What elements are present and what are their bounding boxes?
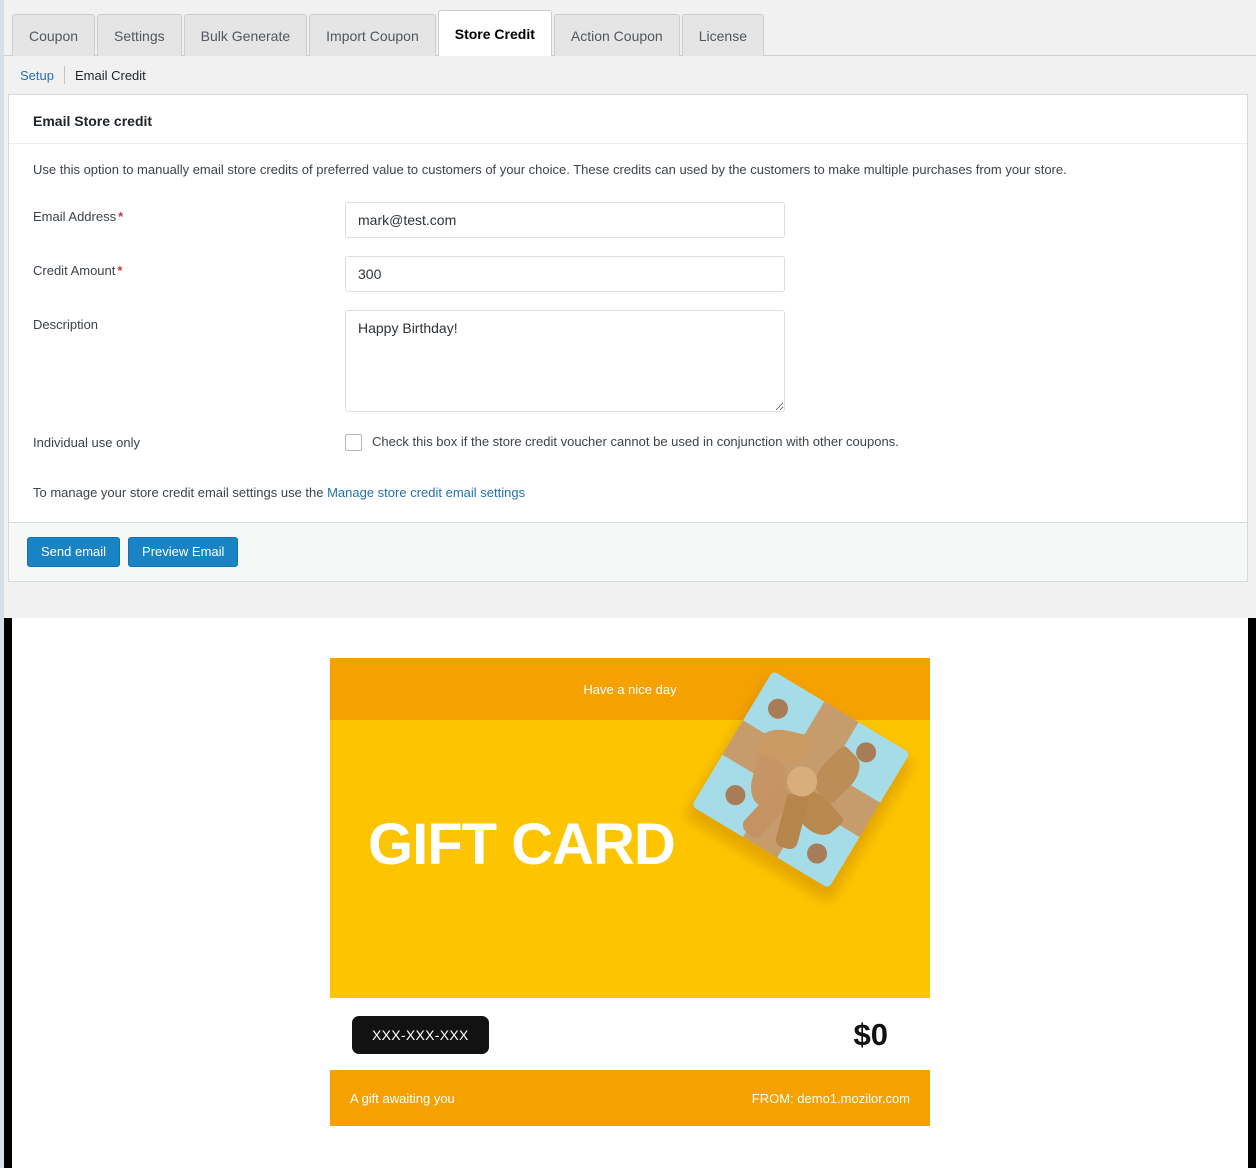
admin-page: Coupon Settings Bulk Generate Import Cou… <box>0 0 1256 1168</box>
gift-card-title: GIFT CARD <box>368 812 676 877</box>
gift-box-dot <box>803 839 831 868</box>
credit-amount-label-text: Credit Amount <box>33 262 116 278</box>
gift-card-code-badge: XXX-XXX-XXX <box>352 1016 489 1054</box>
field-row-email: Email Address * <box>33 201 1223 238</box>
sub-navigation: Setup Email Credit <box>4 56 1256 94</box>
field-row-credit-amount: Credit Amount * <box>33 255 1223 292</box>
tab-store-credit[interactable]: Store Credit <box>437 10 552 56</box>
email-field-wrap <box>345 201 785 238</box>
tab-label: Settings <box>114 27 165 44</box>
tab-import-coupon[interactable]: Import Coupon <box>309 14 436 56</box>
email-preview-frame: Have a nice day GIFT CARD XXX-XXX-XXX $0… <box>4 618 1256 1168</box>
intro-text: Use this option to manually email store … <box>33 162 1067 177</box>
tab-action-coupon[interactable]: Action Coupon <box>553 14 680 56</box>
gift-card-amount: $0 <box>853 1017 888 1052</box>
individual-use-checkbox-text: Check this box if the store credit vouch… <box>372 433 899 449</box>
manage-settings-line: To manage your store credit email settin… <box>33 485 1223 500</box>
gift-box-icon <box>683 670 916 904</box>
subnav-item-email-credit[interactable]: Email Credit <box>65 68 156 83</box>
send-email-button[interactable]: Send email <box>27 536 121 567</box>
manage-settings-prefix: To manage your store credit email settin… <box>33 484 328 500</box>
email-field-label: Email Address * <box>33 202 345 224</box>
tab-bulk-generate[interactable]: Bulk Generate <box>183 14 308 56</box>
tab-label: Import Coupon <box>326 27 419 44</box>
plugin-tab-bar: Coupon Settings Bulk Generate Import Cou… <box>4 0 1256 56</box>
gift-card-footer-right: FROM: demo1.mozilor.com <box>751 1090 910 1106</box>
description-textarea[interactable] <box>345 309 785 412</box>
required-marker: * <box>118 208 124 224</box>
tab-license[interactable]: License <box>681 14 764 56</box>
email-label-text: Email Address <box>33 208 117 224</box>
description-field-label: Description <box>33 316 99 332</box>
individual-use-checkbox[interactable] <box>345 433 362 451</box>
preview-email-button[interactable]: Preview Email <box>128 536 239 567</box>
credit-amount-field-wrap <box>345 255 785 292</box>
tab-label: Store Credit <box>454 25 535 42</box>
email-store-credit-panel: Email Store credit Use this option to ma… <box>8 94 1248 522</box>
subnav-item-setup[interactable]: Setup <box>10 68 64 83</box>
tab-coupon[interactable]: Coupon <box>12 14 96 56</box>
email-input[interactable] <box>345 201 785 238</box>
panel-body: Use this option to manually email store … <box>9 144 1247 522</box>
credit-amount-input[interactable] <box>345 255 785 292</box>
gift-card-footer: A gift awaiting you FROM: demo1.mozilor.… <box>330 1070 930 1126</box>
gift-box-dot <box>764 695 792 723</box>
tab-label: Action Coupon <box>570 27 663 44</box>
tab-label: Bulk Generate <box>200 27 291 44</box>
gift-card: Have a nice day GIFT CARD XXX-XXX-XXX $0… <box>330 658 930 1168</box>
email-preview-content: Have a nice day GIFT CARD XXX-XXX-XXX $0… <box>12 618 1248 1168</box>
gift-card-details: XXX-XXX-XXX $0 <box>330 998 930 1070</box>
individual-use-wrap: Check this box if the store credit vouch… <box>345 433 899 451</box>
field-row-description: Description <box>33 309 1223 415</box>
tab-label: Coupon <box>29 27 79 44</box>
tab-label: License <box>698 27 747 44</box>
credit-amount-field-label: Credit Amount * <box>33 256 345 278</box>
gift-card-footer-left: A gift awaiting you <box>350 1090 455 1106</box>
tab-settings[interactable]: Settings <box>97 14 182 56</box>
field-row-individual-use: Individual use only Check this box if th… <box>33 433 1223 451</box>
action-bar: Send email Preview Email <box>8 521 1248 582</box>
manage-store-credit-email-settings-link[interactable]: Manage store credit email settings <box>327 485 525 500</box>
description-field-wrap <box>345 309 785 415</box>
required-marker: * <box>117 262 123 278</box>
page-title: Email Store credit <box>9 95 1247 144</box>
individual-use-label: Individual use only <box>33 434 140 450</box>
gift-card-banner: Have a nice day GIFT CARD <box>330 658 930 998</box>
